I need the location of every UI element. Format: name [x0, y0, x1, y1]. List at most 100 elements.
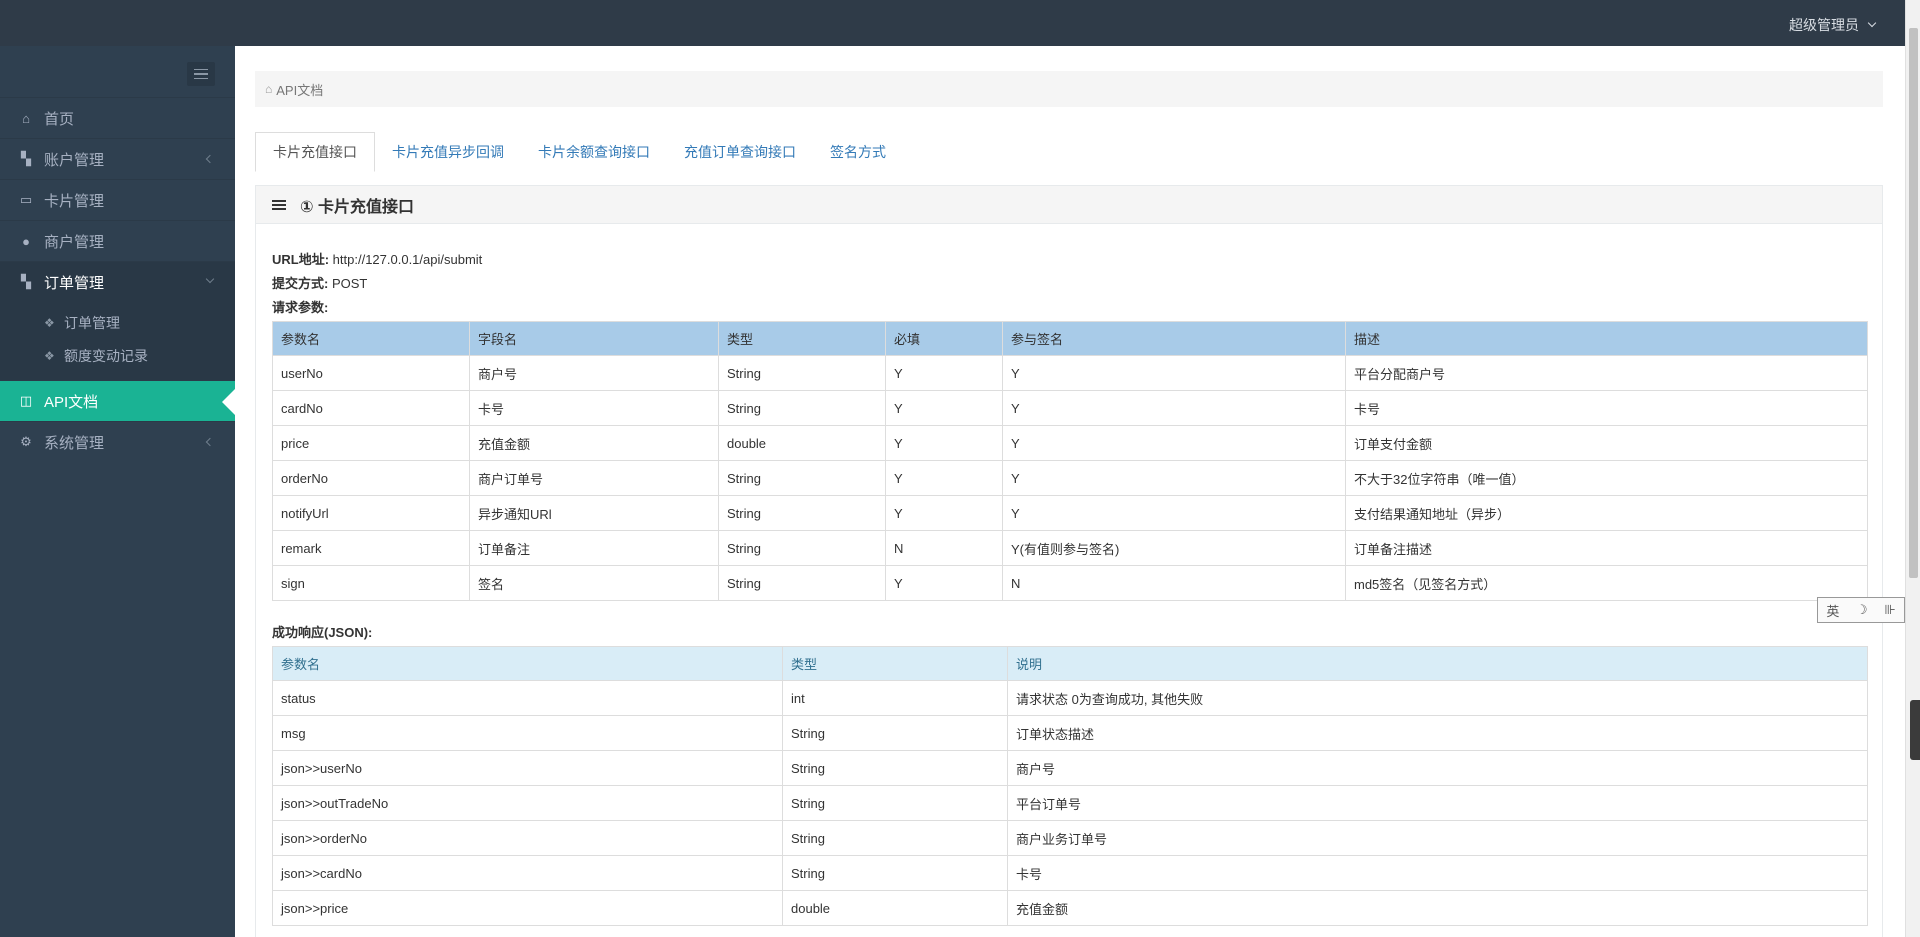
tab-recharge-callback[interactable]: 卡片充值异步回调 [375, 132, 521, 172]
column-header: 类型 [718, 321, 886, 356]
response-field-row: json>>outTradeNo String 平台订单号 [272, 785, 1868, 821]
table-cell: 订单备注 [469, 530, 719, 566]
table-cell: String [718, 530, 886, 566]
table-cell: 订单状态描述 [1007, 715, 1868, 751]
sidebar-item-label: 商户管理 [44, 233, 105, 251]
api-panel: ① 卡片充值接口 URL地址: http://127.0.0.1/api/sub… [255, 185, 1883, 937]
breadcrumb: ⌂ API文档 [255, 71, 1883, 107]
table-cell: String [782, 750, 1008, 786]
tab-card-recharge[interactable]: 卡片充值接口 [255, 132, 375, 172]
table-cell: 充值金额 [469, 425, 719, 461]
method-label: 提交方式: [272, 276, 329, 291]
sidebar-item-cards[interactable]: ▭ 卡片管理 [0, 179, 235, 220]
sidebar-toggle-button[interactable] [187, 62, 215, 86]
table-cell: 卡号 [1345, 390, 1868, 426]
tab-balance-query[interactable]: 卡片余额查询接口 [521, 132, 667, 172]
table-cell: 请求状态 0为查询成功, 其他失败 [1007, 680, 1868, 716]
table-cell: String [782, 785, 1008, 821]
method-value: POST [331, 276, 368, 291]
tab-signature[interactable]: 签名方式 [813, 132, 903, 172]
table-cell: double [718, 425, 886, 461]
sidebar-item-label: 卡片管理 [44, 192, 105, 210]
column-header: 说明 [1007, 646, 1868, 681]
sidebar-item-accounts[interactable]: ▚ 账户管理 [0, 138, 235, 179]
response-field-row: json>>orderNo String 商户业务订单号 [272, 820, 1868, 856]
sidebar-item-orders[interactable]: ▚ 订单管理 [0, 261, 235, 302]
table-cell: Y [885, 460, 1003, 496]
side-widget-handle[interactable] [1910, 700, 1920, 760]
response-field-row: status int 请求状态 0为查询成功, 其他失败 [272, 680, 1868, 716]
vertical-scrollbar[interactable] [1905, 0, 1920, 937]
scrollbar-thumb[interactable] [1909, 28, 1918, 578]
table-cell: Y [1002, 495, 1346, 531]
table-cell: String [718, 355, 886, 391]
request-param-row: price 充值金额 double Y Y 订单支付金额 [272, 425, 1868, 461]
table-cell: remark [272, 530, 470, 566]
table-cell: 商户业务订单号 [1007, 820, 1868, 856]
sidebar-item-label: 订单管理 [44, 274, 105, 292]
tab-bar: 卡片充值接口 卡片充值异步回调 卡片余额查询接口 充值订单查询接口 签名方式 [255, 132, 1883, 172]
table-cell: String [782, 715, 1008, 751]
table-cell: 订单支付金额 [1345, 425, 1868, 461]
list-icon [272, 199, 286, 210]
column-header: 参数名 [272, 646, 783, 681]
request-param-row: cardNo 卡号 String Y Y 卡号 [272, 390, 1868, 426]
table-cell: 不大于32位字符串（唯一值） [1345, 460, 1868, 496]
sidebar-nav: ⌂ 首页 ▚ 账户管理 ▭ 卡片管理 ● 商户管理 ▚ 订单管理 ❖ 订单管理 [0, 97, 235, 462]
sidebar-subitem-quota-log[interactable]: ❖ 额度变动记录 [0, 339, 235, 372]
sidebar-item-label: 系统管理 [44, 434, 105, 452]
top-navbar: 超级管理员 [0, 0, 1920, 46]
table-cell: int [782, 680, 1008, 716]
sidebar-item-system[interactable]: ⚙ 系统管理 [0, 421, 235, 462]
table-cell: 卡号 [1007, 855, 1868, 891]
main-content: ⌂ API文档 卡片充值接口 卡片充值异步回调 卡片余额查询接口 充值订单查询接… [235, 46, 1905, 937]
response-field-row: json>>cardNo String 卡号 [272, 855, 1868, 891]
gear-icon: ⚙ [20, 434, 32, 449]
ime-toolbar[interactable]: 英 ☽ ⊪ [1817, 597, 1905, 623]
table-cell: 异步通知URl [469, 495, 719, 531]
table-cell: Y [885, 565, 1003, 601]
response-field-row: json>>price double 充值金额 [272, 890, 1868, 926]
table-cell: 平台订单号 [1007, 785, 1868, 821]
table-cell: status [272, 680, 783, 716]
table-cell: 卡号 [469, 390, 719, 426]
response-field-row: json>>userNo String 商户号 [272, 750, 1868, 786]
ime-language-label: 英 [1826, 603, 1840, 619]
table-cell: 平台分配商户号 [1345, 355, 1868, 391]
table-cell: msg [272, 715, 783, 751]
table-cell: double [782, 890, 1008, 926]
request-param-row: sign 签名 String Y Nmd5签名（见签名方式） [272, 565, 1868, 601]
table-cell: md5签名（见签名方式） [1345, 565, 1868, 601]
table-cell: Y [1002, 460, 1346, 496]
panel-title: ① 卡片充值接口 [300, 198, 414, 216]
sidebar-item-label: 账户管理 [44, 151, 105, 169]
sidebar-item-merchants[interactable]: ● 商户管理 [0, 220, 235, 261]
user-name: 超级管理员 [1789, 17, 1859, 33]
sidebar-item-label: API文档 [44, 393, 99, 411]
table-header-row: 参数名 类型 说明 [272, 646, 1868, 681]
user-menu[interactable]: 超级管理员 [1789, 15, 1877, 35]
sidebar-subitem-label: 额度变动记录 [64, 347, 148, 364]
table-cell: String [718, 565, 886, 601]
column-header: 必填 [885, 321, 1003, 356]
response-heading: 成功响应(JSON): [272, 625, 373, 640]
sidebar-subitem-order-management[interactable]: ❖ 订单管理 [0, 306, 235, 339]
tab-order-query[interactable]: 充值订单查询接口 [667, 132, 813, 172]
table-cell: price [272, 425, 470, 461]
table-cell: Y [1002, 355, 1346, 391]
chevron-left-icon [205, 437, 215, 447]
column-header: 参与签名 [1002, 321, 1346, 356]
sidebar-item-home[interactable]: ⌂ 首页 [0, 97, 235, 138]
home-icon[interactable]: ⌂ [265, 82, 272, 96]
table-cell: Y [885, 425, 1003, 461]
request-param-row: remark 订单备注 String N Y(有值则参与签名) 订单备注描述 [272, 530, 1868, 566]
table-cell: Y [885, 495, 1003, 531]
sidebar-item-api-docs[interactable]: ◫ API文档 [0, 380, 235, 421]
table-cell: Y [1002, 390, 1346, 426]
panel-header: ① 卡片充值接口 [256, 186, 1882, 224]
cubes-icon: ❖ [44, 315, 55, 330]
table-cell: notifyUrl [272, 495, 470, 531]
column-header: 类型 [782, 646, 1008, 681]
table-cell: Y [885, 355, 1003, 391]
table-cell: json>>price [272, 890, 783, 926]
